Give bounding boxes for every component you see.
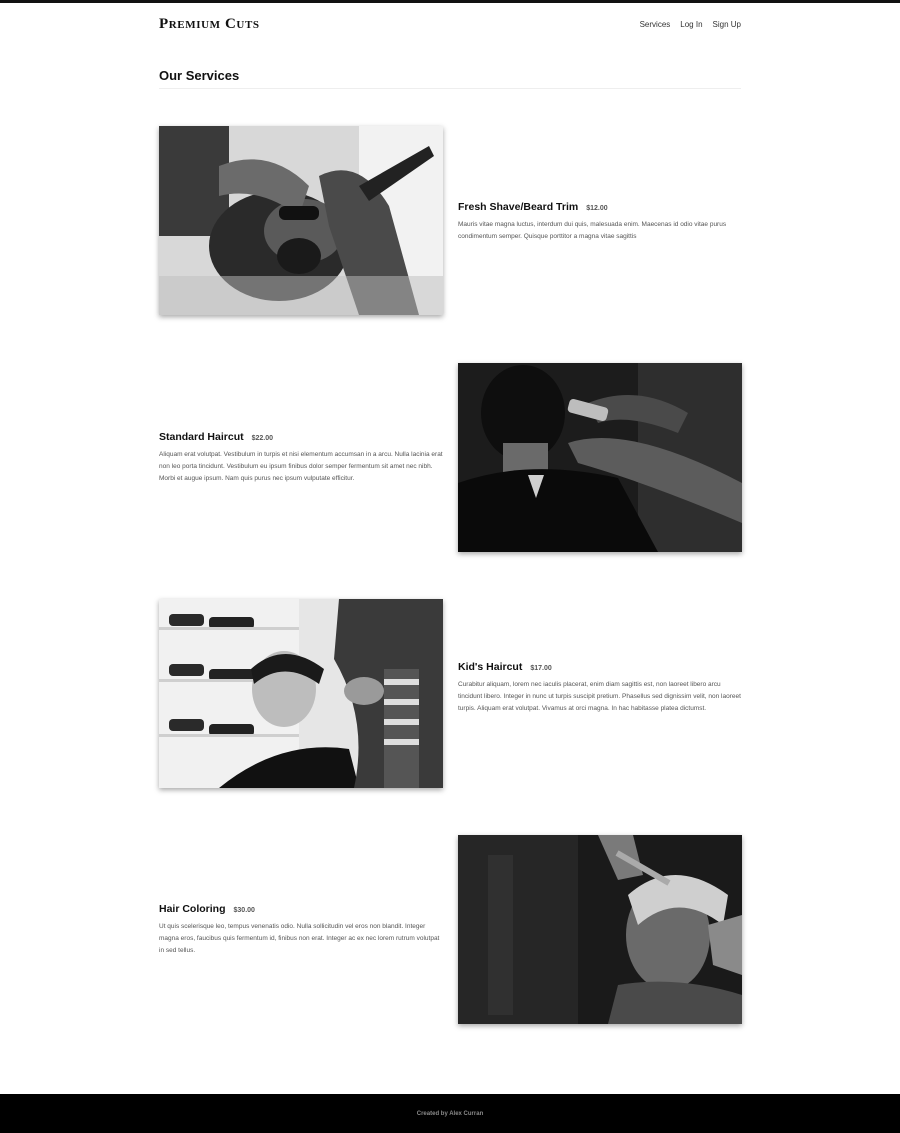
service-description: Mauris vitae magna luctus, interdum dui … bbox=[458, 221, 727, 240]
service-description: Curabitur aliquam, lorem nec iaculis pla… bbox=[458, 681, 741, 712]
navbar: Premium Cuts Services Log In Sign Up bbox=[159, 14, 741, 34]
service-name: Fresh Shave/Beard Trim bbox=[458, 201, 579, 213]
service-price: $22.00 bbox=[251, 435, 274, 442]
service-description: Aliquam erat volutpat. Vestibulum in tur… bbox=[159, 451, 443, 482]
service-card-coloring: Hair Coloring $30.00 Ut quis scelerisque… bbox=[159, 903, 443, 957]
service-photo-kids bbox=[159, 599, 443, 788]
service-name: Hair Coloring bbox=[159, 903, 226, 915]
service-price: $30.00 bbox=[233, 907, 255, 914]
brand-logo[interactable]: Premium Cuts bbox=[159, 16, 260, 33]
service-photo-shave bbox=[159, 126, 443, 315]
service-card-kids: Kid's Haircut $17.00 Curabitur aliquam, … bbox=[458, 661, 742, 715]
service-price: $17.00 bbox=[530, 665, 552, 672]
service-name: Kid's Haircut bbox=[458, 661, 523, 673]
service-card-shave: Fresh Shave/Beard Trim $12.00 Mauris vit… bbox=[458, 201, 742, 243]
section-title: Our Services bbox=[159, 68, 240, 83]
nav-link-signup[interactable]: Sign Up bbox=[713, 20, 741, 29]
top-border bbox=[0, 0, 900, 3]
section-divider bbox=[159, 88, 741, 89]
service-card-standard: Standard Haircut $22.00 Aliquam erat vol… bbox=[159, 431, 443, 485]
nav-link-services[interactable]: Services bbox=[640, 20, 671, 29]
service-description: Ut quis scelerisque leo, tempus venenati… bbox=[159, 923, 440, 954]
service-price: $12.00 bbox=[586, 205, 608, 212]
footer-credit: Created by Alex Curran bbox=[416, 1110, 484, 1117]
service-photo-standard bbox=[458, 363, 742, 552]
nav-link-login[interactable]: Log In bbox=[680, 20, 702, 29]
service-photo-coloring bbox=[458, 835, 742, 1024]
footer: Created by Alex Curran bbox=[0, 1094, 900, 1133]
nav-links: Services Log In Sign Up bbox=[640, 20, 741, 29]
service-name: Standard Haircut bbox=[159, 431, 244, 443]
